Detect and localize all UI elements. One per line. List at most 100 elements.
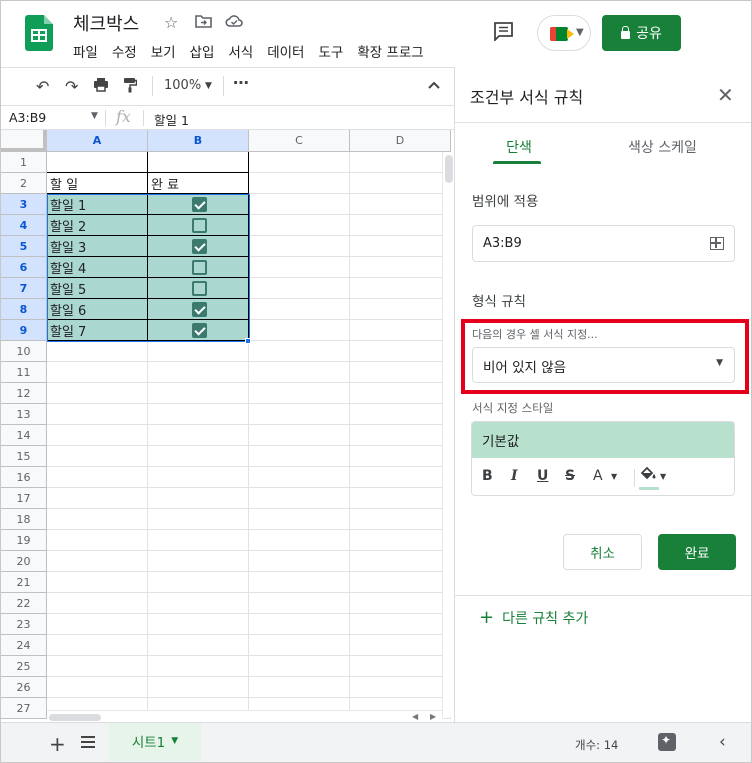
print-icon[interactable] [93, 77, 109, 96]
row-header[interactable]: 11 [1, 362, 47, 383]
text-color-caret-icon[interactable]: ▼ [611, 472, 617, 481]
row-header[interactable]: 17 [1, 488, 47, 509]
move-folder-icon[interactable] [195, 13, 212, 32]
grid-cell[interactable] [350, 593, 451, 614]
grid-cell[interactable] [350, 341, 451, 362]
name-box[interactable]: A3:B9 [9, 110, 46, 125]
zoom-select[interactable]: 100% [164, 78, 201, 93]
grid-cell[interactable] [47, 152, 148, 173]
grid-cell[interactable] [249, 215, 350, 236]
grid-cell[interactable] [47, 383, 148, 404]
grid-cell[interactable] [249, 614, 350, 635]
checkbox-cell[interactable] [148, 257, 249, 278]
grid-cell[interactable] [47, 467, 148, 488]
grid-cell[interactable] [350, 152, 451, 173]
grid-cell[interactable] [350, 257, 451, 278]
grid-cell[interactable] [249, 299, 350, 320]
column-header-d[interactable]: D [350, 130, 451, 152]
menu-data[interactable]: 데이터 [267, 41, 304, 61]
grid-cell[interactable] [249, 236, 350, 257]
grid-cell[interactable] [249, 194, 350, 215]
column-header-a[interactable]: A [47, 130, 148, 152]
formula-input[interactable]: 할일 1 [154, 110, 189, 129]
grid-cell[interactable] [47, 530, 148, 551]
row-header[interactable]: 3 [1, 194, 47, 215]
scroll-thumb[interactable] [49, 714, 101, 721]
grid-cell[interactable] [350, 173, 451, 194]
grid-cell[interactable] [47, 509, 148, 530]
cloud-status-icon[interactable] [225, 13, 243, 32]
grid-cell[interactable] [249, 593, 350, 614]
grid-cell[interactable] [350, 446, 451, 467]
comment-history-icon[interactable] [493, 21, 515, 43]
grid-cell[interactable] [249, 362, 350, 383]
meet-button[interactable]: ▼ [537, 15, 591, 51]
grid-cell[interactable] [148, 530, 249, 551]
grid-cell[interactable] [148, 656, 249, 677]
grid-cell[interactable] [148, 509, 249, 530]
grid-cell[interactable] [249, 383, 350, 404]
grid-cell[interactable] [47, 341, 148, 362]
grid-cell[interactable] [249, 425, 350, 446]
vertical-scrollbar[interactable] [442, 152, 454, 717]
fill-color-caret-icon[interactable]: ▼ [660, 472, 666, 481]
row-header[interactable]: 27 [1, 698, 47, 719]
checkbox-checked[interactable] [192, 196, 207, 212]
column-header-b[interactable]: B [148, 130, 249, 152]
grid-cell[interactable] [47, 551, 148, 572]
spreadsheet-grid[interactable]: ABCD12할 일완 료 3 할일 1 4 할일 2 5 할일 3 6 할일 4 7 할일 5 8 할일… [1, 130, 454, 722]
grid-cell[interactable] [249, 488, 350, 509]
grid-cell[interactable] [350, 614, 451, 635]
document-title[interactable]: 체크박스 [73, 10, 139, 36]
grid-cell[interactable] [148, 383, 249, 404]
grid-cell[interactable] [350, 677, 451, 698]
grid-cell[interactable] [47, 572, 148, 593]
menu-tools[interactable]: 도구 [318, 41, 343, 61]
redo-icon[interactable]: ↷ [65, 77, 78, 96]
menu-extensions[interactable]: 확장 프로그 [357, 41, 423, 61]
column-header-c[interactable]: C [249, 130, 350, 152]
horizontal-scrollbar[interactable]: ◀ ▶ [47, 710, 442, 722]
grid-cell[interactable] [350, 278, 451, 299]
bold-icon[interactable]: B [482, 468, 493, 484]
grid-cell[interactable] [249, 530, 350, 551]
style-preview[interactable]: 기본값 [472, 422, 734, 458]
grid-cell[interactable] [350, 635, 451, 656]
select-range-icon[interactable] [710, 237, 724, 250]
name-box-caret-icon[interactable]: ▼ [91, 111, 98, 121]
row-header[interactable]: 21 [1, 572, 47, 593]
menu-insert[interactable]: 삽입 [190, 41, 215, 61]
grid-cell[interactable] [47, 488, 148, 509]
row-header[interactable]: 10 [1, 341, 47, 362]
italic-icon[interactable]: I [511, 468, 518, 484]
underline-icon[interactable]: U [537, 468, 548, 484]
grid-cell[interactable] [148, 614, 249, 635]
grid-cell[interactable] [249, 677, 350, 698]
fill-handle[interactable] [245, 338, 251, 344]
grid-cell[interactable] [148, 488, 249, 509]
header-cell-done[interactable]: 완 료 [148, 173, 249, 194]
close-icon[interactable]: ✕ [717, 83, 734, 107]
row-header[interactable]: 6 [1, 257, 47, 278]
cancel-button[interactable]: 취소 [563, 534, 642, 570]
checkbox-unchecked[interactable] [192, 259, 207, 275]
condition-select[interactable]: 비어 있지 않음 ▼ [472, 347, 735, 383]
row-header[interactable]: 2 [1, 173, 47, 194]
row-header[interactable]: 16 [1, 467, 47, 488]
grid-cell[interactable] [249, 278, 350, 299]
row-header[interactable]: 14 [1, 425, 47, 446]
sheet-tab-caret-icon[interactable]: ▼ [171, 736, 178, 746]
grid-cell[interactable] [47, 404, 148, 425]
checkbox-checked[interactable] [192, 322, 207, 338]
zoom-caret-icon[interactable]: ▼ [205, 81, 212, 91]
row-header[interactable]: 8 [1, 299, 47, 320]
grid-cell[interactable] [249, 551, 350, 572]
strikethrough-icon[interactable]: S [565, 468, 575, 484]
grid-cell[interactable] [350, 530, 451, 551]
row-header[interactable]: 19 [1, 530, 47, 551]
explore-icon[interactable] [658, 733, 676, 751]
more-options-icon[interactable]: ⋯ [233, 73, 249, 92]
select-all-corner[interactable] [1, 130, 47, 152]
task-cell[interactable]: 할일 2 [47, 215, 148, 236]
grid-cell[interactable] [249, 257, 350, 278]
